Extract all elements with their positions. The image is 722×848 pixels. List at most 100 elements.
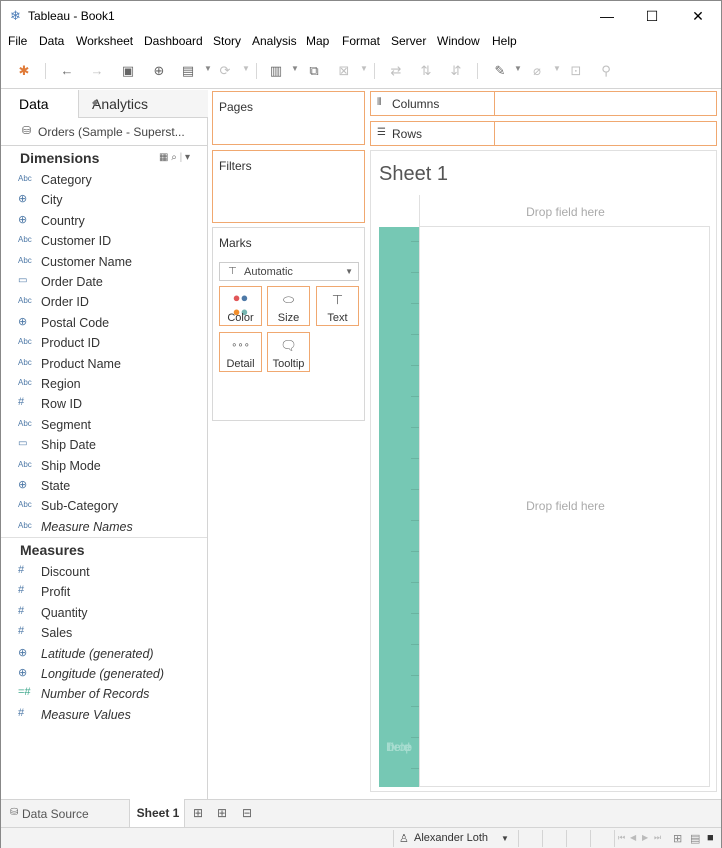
- search-icon[interactable]: ⌕: [171, 152, 177, 163]
- chevron-down-icon[interactable]: ▼: [360, 64, 368, 73]
- sort-ascending-icon[interactable]: ⇅: [417, 62, 435, 80]
- dimension-field[interactable]: Abc Segment: [1, 416, 207, 436]
- close-button[interactable]: ✕: [675, 3, 721, 29]
- first-sheet-icon[interactable]: ⏮: [618, 833, 625, 843]
- swap-rows-columns-icon[interactable]: ⇄: [387, 62, 405, 80]
- columns-drop-zone[interactable]: Drop field here: [419, 195, 710, 227]
- text-button[interactable]: ⊤ Text: [316, 286, 359, 326]
- dimension-field[interactable]: Abc Measure Names: [1, 518, 207, 538]
- measure-field[interactable]: # Discount: [1, 563, 207, 583]
- dimension-field[interactable]: ⊕ City: [1, 191, 207, 211]
- menu-analysis[interactable]: Analysis: [252, 34, 297, 48]
- new-worksheet-icon[interactable]: ⊞: [189, 806, 207, 822]
- measure-field[interactable]: # Profit: [1, 583, 207, 603]
- dimension-field[interactable]: ▭ Ship Date: [1, 436, 207, 456]
- dimension-field[interactable]: ▭ Order Date: [1, 273, 207, 293]
- menu-story[interactable]: Story: [213, 34, 241, 48]
- refresh-icon[interactable]: ⟳: [216, 62, 234, 80]
- dimension-field[interactable]: Abc Region: [1, 375, 207, 395]
- number-type-icon: #: [18, 584, 25, 597]
- dimension-field[interactable]: Abc Category: [1, 171, 207, 191]
- rows-drop-zone[interactable]: Drop field here: [379, 227, 419, 787]
- show-tabs-icon[interactable]: ■: [707, 832, 714, 844]
- dimension-field[interactable]: Abc Customer ID: [1, 232, 207, 252]
- tab-data[interactable]: Data: [1, 90, 78, 118]
- detail-button[interactable]: ∘∘∘ Detail: [219, 332, 262, 372]
- menu-server[interactable]: Server: [391, 34, 426, 48]
- show-sheet-sorter-icon[interactable]: ▤: [690, 832, 700, 845]
- dimension-field[interactable]: Abc Customer Name: [1, 253, 207, 273]
- chevron-down-icon[interactable]: ▼: [514, 64, 522, 73]
- filters-shelf[interactable]: Filters: [212, 150, 365, 223]
- clear-sheet-icon[interactable]: ⊠: [335, 62, 353, 80]
- columns-shelf[interactable]: ⦀ Columns: [370, 91, 717, 116]
- menu-window[interactable]: Window: [437, 34, 480, 48]
- pages-shelf[interactable]: Pages: [212, 91, 365, 145]
- rows-shelf[interactable]: ☰ Rows: [370, 121, 717, 146]
- previous-sheet-icon[interactable]: ◀: [630, 833, 636, 842]
- save-icon[interactable]: ▣: [119, 62, 137, 80]
- menu-file[interactable]: File: [8, 34, 27, 48]
- measure-field[interactable]: # Measure Values: [1, 706, 207, 726]
- field-label: Measure Values: [41, 707, 131, 722]
- field-label: Customer Name: [41, 254, 132, 269]
- tab-data-source[interactable]: ⛁ Data Source: [1, 800, 129, 827]
- measure-field[interactable]: ⊕ Latitude (generated): [1, 645, 207, 665]
- undo-icon[interactable]: ←: [58, 62, 76, 80]
- menu-dashboard[interactable]: Dashboard: [144, 34, 203, 48]
- dimension-field[interactable]: Abc Product ID: [1, 334, 207, 354]
- tableau-home-icon[interactable]: ✱: [15, 62, 33, 80]
- show-mark-labels-icon[interactable]: ⊡: [567, 62, 585, 80]
- view-data-icon[interactable]: ▦: [159, 152, 168, 163]
- tooltip-button[interactable]: 🗨 Tooltip: [267, 332, 310, 372]
- dimension-field[interactable]: Abc Sub-Category: [1, 497, 207, 517]
- mark-type-dropdown[interactable]: ⊤ Automatic ▼: [219, 262, 359, 281]
- measure-field[interactable]: =# Number of Records: [1, 685, 207, 705]
- new-story-icon[interactable]: ⊟: [238, 806, 256, 822]
- menu-worksheet[interactable]: Worksheet: [76, 34, 133, 48]
- highlight-icon[interactable]: ✎: [491, 62, 509, 80]
- tab-sheet-1[interactable]: Sheet 1: [129, 799, 185, 827]
- new-worksheet-icon[interactable]: ▥: [267, 62, 285, 80]
- menu-format[interactable]: Format: [342, 34, 380, 48]
- fix-axes-icon[interactable]: ⚲: [597, 62, 615, 80]
- new-dashboard-icon[interactable]: ⊞: [213, 806, 231, 822]
- menu-data[interactable]: Data: [39, 34, 64, 48]
- dimension-field[interactable]: ⊕ State: [1, 477, 207, 497]
- dimension-field[interactable]: Abc Order ID: [1, 293, 207, 313]
- measure-field[interactable]: # Quantity: [1, 604, 207, 624]
- dimension-field[interactable]: Abc Product Name: [1, 355, 207, 375]
- sheet-title[interactable]: Sheet 1: [379, 163, 448, 186]
- chevron-down-icon[interactable]: ▼: [553, 64, 561, 73]
- show-filmstrip-icon[interactable]: ⊞: [673, 832, 682, 845]
- chevron-down-icon[interactable]: ▼: [204, 64, 212, 73]
- menu-map[interactable]: Map: [306, 34, 329, 48]
- chevron-down-icon[interactable]: ▾: [185, 152, 190, 163]
- datasource-item[interactable]: ⛁ Orders (Sample - Superst...: [1, 118, 207, 146]
- dimension-field[interactable]: Abc Ship Mode: [1, 457, 207, 477]
- toolbar-separator: [477, 63, 478, 79]
- chevron-down-icon[interactable]: ▼: [242, 64, 250, 73]
- dimension-field[interactable]: # Row ID: [1, 395, 207, 415]
- duplicate-sheet-icon[interactable]: ⧉: [305, 62, 323, 80]
- measure-field[interactable]: ⊕ Longitude (generated): [1, 665, 207, 685]
- pane-menu-icon[interactable]: ◆: [92, 98, 202, 107]
- group-members-icon[interactable]: ⌀: [528, 62, 546, 80]
- dimension-field[interactable]: ⊕ Country: [1, 212, 207, 232]
- next-sheet-icon[interactable]: ▶: [642, 833, 648, 842]
- pause-updates-icon[interactable]: ▤: [179, 62, 197, 80]
- size-button[interactable]: ⬭ Size: [267, 286, 310, 326]
- view-drop-zone[interactable]: Drop field here: [419, 227, 710, 787]
- color-button[interactable]: ●● ●● Color: [219, 286, 262, 326]
- last-sheet-icon[interactable]: ⏭: [654, 833, 661, 843]
- maximize-button[interactable]: ☐: [629, 3, 675, 29]
- tab-analytics[interactable]: Analytics ◆: [78, 90, 208, 118]
- redo-icon[interactable]: →: [88, 62, 106, 80]
- menu-help[interactable]: Help: [492, 34, 517, 48]
- new-datasource-icon[interactable]: ⊕: [150, 62, 168, 80]
- chevron-down-icon[interactable]: ▼: [291, 64, 299, 73]
- dimension-field[interactable]: ⊕ Postal Code: [1, 314, 207, 334]
- measure-field[interactable]: # Sales: [1, 624, 207, 644]
- minimize-button[interactable]: —: [584, 3, 630, 29]
- sort-descending-icon[interactable]: ⇵: [447, 62, 465, 80]
